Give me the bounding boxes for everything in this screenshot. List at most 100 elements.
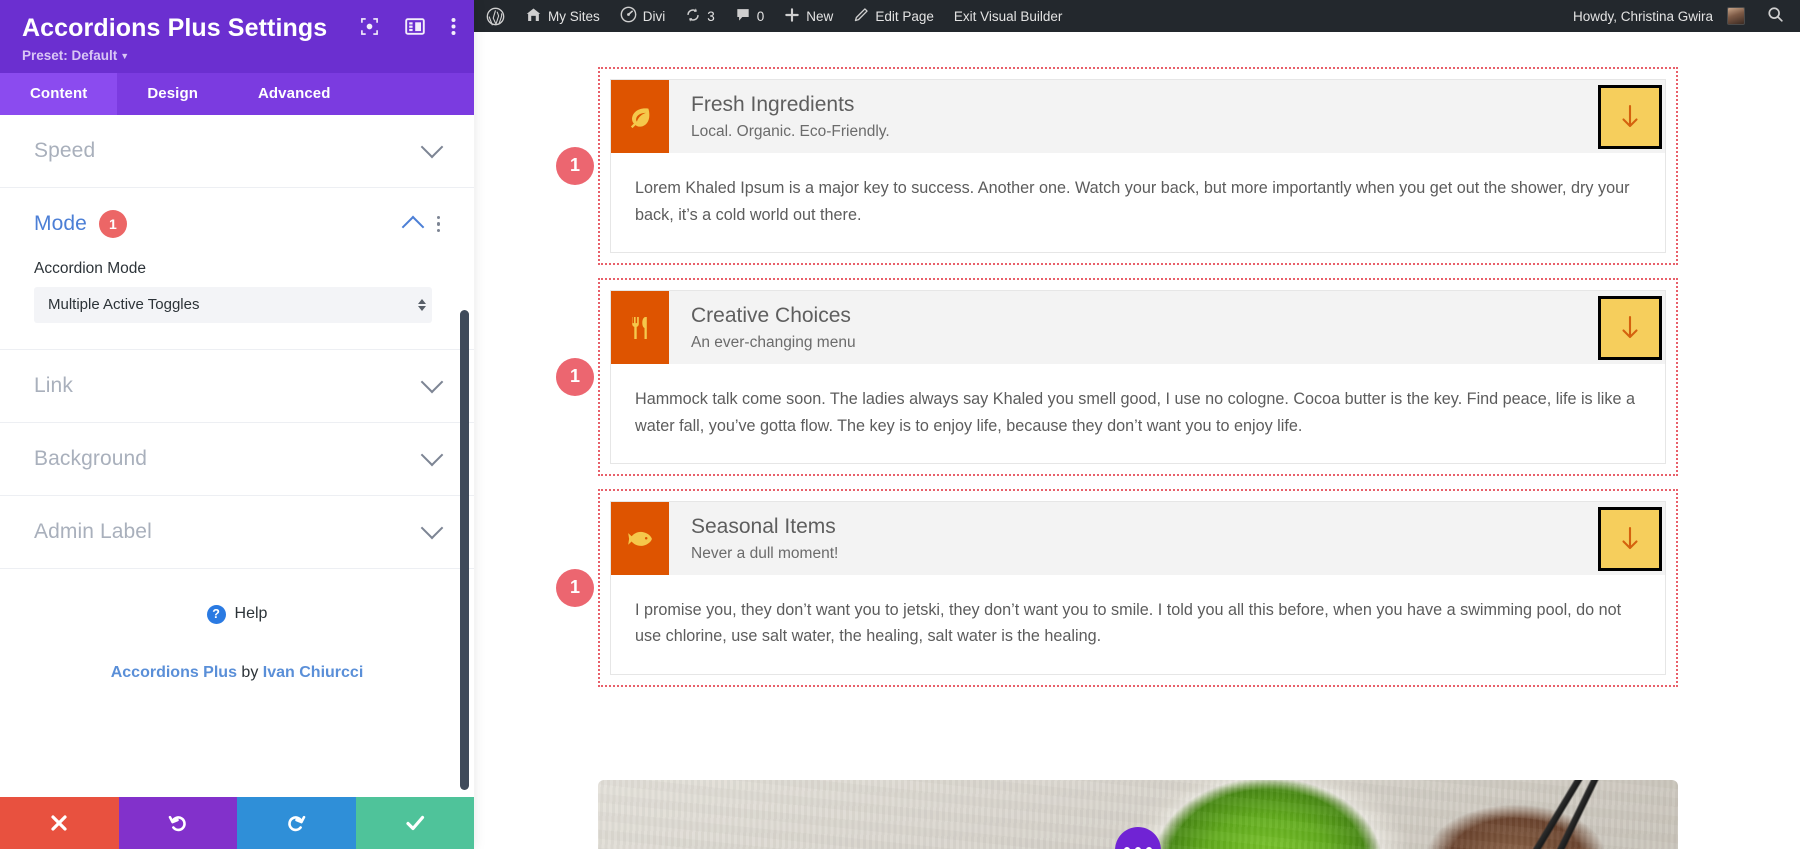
adminbar-item-my-sites[interactable]: My Sites <box>515 0 610 32</box>
accordion-header[interactable]: Creative Choices An ever-changing menu <box>611 290 1665 365</box>
accordion-toggle-button[interactable] <box>1598 295 1662 360</box>
accordion-item: 1 Fresh Ingredients Local. Organic. Eco-… <box>556 67 1678 265</box>
accordion-outline: Fresh Ingredients Local. Organic. Eco-Fr… <box>598 67 1678 265</box>
accordion-index-badge: 1 <box>556 568 594 607</box>
section-mode-title: Mode <box>34 211 87 235</box>
section-mode-badge: 1 <box>98 209 127 238</box>
more-vertical-icon[interactable] <box>451 17 456 41</box>
howdy-label: Howdy, Christina Gwira <box>1572 8 1713 24</box>
chevron-down-icon[interactable] <box>420 370 444 394</box>
wordpress-logo-icon[interactable] <box>474 0 515 32</box>
divi-dashboard-icon <box>620 6 637 26</box>
avatar <box>1727 7 1745 25</box>
accordion-header[interactable]: Seasonal Items Never a dull moment! <box>611 501 1665 576</box>
section-mode-controls <box>401 215 440 239</box>
layout-columns-icon[interactable] <box>405 17 425 41</box>
section-link-title: Link <box>34 373 73 397</box>
section-background: Background <box>0 423 474 496</box>
section-speed-header[interactable]: Speed <box>34 115 444 187</box>
plus-icon <box>784 7 800 26</box>
adminbar-item-exit-visual-builder[interactable]: Exit Visual Builder <box>944 0 1073 32</box>
arrow-down-icon <box>1622 104 1638 127</box>
cutlery-icon <box>611 290 669 365</box>
panel-header-actions <box>360 17 456 41</box>
tab-advanced[interactable]: Advanced <box>228 73 361 115</box>
cancel-button[interactable] <box>0 797 119 849</box>
search-icon[interactable] <box>1755 6 1800 26</box>
chevron-down-icon[interactable] <box>420 443 444 467</box>
redo-button[interactable] <box>237 797 356 849</box>
updates-icon <box>685 7 701 26</box>
section-admin-label-controls <box>420 516 444 540</box>
wp-admin-bar: My Sites Divi 3 0 New Edit Page Exit Vis… <box>474 0 1800 32</box>
section-background-header[interactable]: Background <box>34 423 444 495</box>
accordion-toggle-button[interactable] <box>1598 506 1662 571</box>
section-background-controls <box>420 443 444 467</box>
preset-label: Preset: Default <box>22 47 118 63</box>
adminbar-account[interactable]: Howdy, Christina Gwira <box>1561 0 1755 32</box>
panel-body: Speed Mode 1 Accordion Mode Multiple Act… <box>0 114 474 797</box>
accordion-body: I promise you, they don’t want you to je… <box>611 575 1665 674</box>
help-link[interactable]: ? Help <box>0 569 474 624</box>
section-mode-header[interactable]: Mode 1 <box>34 188 440 260</box>
adminbar-item-updates[interactable]: 3 <box>675 0 725 32</box>
section-speed-controls <box>420 135 444 159</box>
visual-builder-screen: Accordions Plus Settings Preset: Default… <box>0 0 1800 849</box>
accordion-title: Seasonal Items <box>691 514 836 538</box>
adminbar-updates-count: 3 <box>707 8 715 24</box>
arrow-down-icon <box>1622 315 1638 338</box>
adminbar-item-comments[interactable]: 0 <box>725 0 775 32</box>
accordion-item: 1 Seasonal Items Never a dull moment! I … <box>556 488 1678 687</box>
chevron-down-icon[interactable] <box>420 135 444 159</box>
hand-with-chopsticks <box>1418 780 1678 849</box>
chevron-up-icon[interactable] <box>401 215 424 239</box>
accordion-header[interactable]: Fresh Ingredients Local. Organic. Eco-Fr… <box>611 80 1665 154</box>
accordion-inner: Seasonal Items Never a dull moment! I pr… <box>610 500 1666 675</box>
arrow-down-icon <box>1622 526 1638 549</box>
sites-icon <box>525 7 542 26</box>
section-link: Link <box>0 350 474 423</box>
save-button[interactable] <box>355 797 474 849</box>
accordion-title: Creative Choices <box>691 303 851 327</box>
accordion-body: Hammock talk come soon. The ladies alway… <box>611 364 1665 463</box>
fish-icon <box>611 501 669 576</box>
section-options-icon[interactable] <box>436 215 440 232</box>
adminbar-my-sites-label: My Sites <box>548 8 600 24</box>
accordion-body: Lorem Khaled Ipsum is a major key to suc… <box>611 153 1665 252</box>
fullscreen-icon[interactable] <box>360 17 379 41</box>
adminbar-item-edit-page[interactable]: Edit Page <box>843 0 944 32</box>
section-admin-label-header[interactable]: Admin Label <box>34 496 444 568</box>
panel-scrollbar[interactable] <box>460 309 469 790</box>
section-link-header[interactable]: Link <box>34 350 444 422</box>
adminbar-item-new[interactable]: New <box>774 0 843 32</box>
module-settings-panel: Accordions Plus Settings Preset: Default… <box>0 0 474 849</box>
plugin-author-link[interactable]: Ivan Chiurcci <box>263 664 363 681</box>
accordion-mode-select[interactable]: Multiple Active Toggles <box>34 286 432 323</box>
section-mode-body: Accordion Mode Multiple Active Toggles <box>34 260 440 349</box>
accordion-index-badge: 1 <box>556 146 594 185</box>
panel-header: Accordions Plus Settings Preset: Default… <box>0 0 474 73</box>
tab-content[interactable]: Content <box>0 72 118 115</box>
panel-tabs: Content Design Advanced <box>0 72 474 115</box>
accordion-toggle-button[interactable] <box>1598 84 1662 149</box>
preset-caret-icon: ▼ <box>120 50 130 61</box>
adminbar-comments-count: 0 <box>756 8 765 24</box>
preset-selector[interactable]: Preset: Default ▼ <box>22 48 452 63</box>
panel-footer <box>0 797 474 849</box>
credit-by-text: by <box>241 663 259 681</box>
accordion-subtitle: Never a dull moment! <box>691 545 839 563</box>
accordion-header-text: Creative Choices An ever-changing menu <box>669 291 1598 364</box>
section-mode: Mode 1 Accordion Mode Multiple Active To… <box>0 188 474 350</box>
accordion-outline: Creative Choices An ever-changing menu H… <box>598 277 1678 476</box>
accordions-plus-module: 1 Fresh Ingredients Local. Organic. Eco-… <box>556 67 1678 700</box>
accordion-header-text: Fresh Ingredients Local. Organic. Eco-Fr… <box>669 80 1598 153</box>
comments-icon <box>735 7 751 26</box>
undo-button[interactable] <box>118 797 237 849</box>
adminbar-right: Howdy, Christina Gwira <box>1561 0 1800 32</box>
chevron-down-icon[interactable] <box>420 516 444 540</box>
visual-builder-canvas: 1 Fresh Ingredients Local. Organic. Eco-… <box>474 32 1800 849</box>
plugin-name-link[interactable]: Accordions Plus <box>111 664 237 681</box>
adminbar-item-divi[interactable]: Divi <box>610 0 676 32</box>
tab-design[interactable]: Design <box>117 73 228 115</box>
plugin-credit: Accordions Plus by Ivan Chiurcci <box>0 624 474 682</box>
